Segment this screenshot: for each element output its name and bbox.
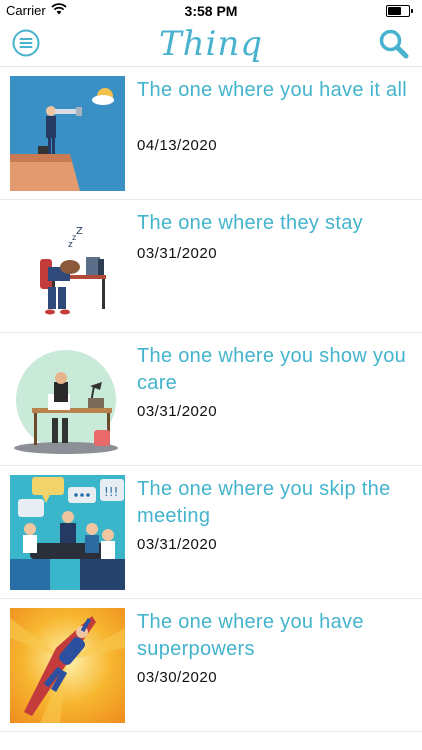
- status-time: 3:58 PM: [184, 3, 238, 19]
- battery-fill: [388, 7, 401, 15]
- status-bar: Carrier 3:58 PM: [0, 0, 422, 22]
- article-date: 04/13/2020: [137, 137, 218, 154]
- article-title: The one where they stay: [137, 212, 363, 234]
- list-item[interactable]: The one where you have superpowers 03/30…: [0, 599, 422, 732]
- list-item[interactable]: z z Z The one where they stay 03/31/2020: [0, 200, 422, 333]
- article-date: 03/31/2020: [137, 245, 218, 262]
- svg-text:!!!: !!!: [104, 485, 118, 499]
- nav-bar: Thinq: [0, 22, 422, 67]
- battery-icon: [386, 5, 413, 17]
- search-button[interactable]: [378, 28, 410, 60]
- article-thumbnail: z z Z: [10, 209, 125, 324]
- svg-text:Z: Z: [76, 226, 83, 237]
- search-icon: [379, 29, 409, 59]
- article-title: The one where you have it all: [137, 79, 407, 101]
- article-title: The one where you have superpowers: [137, 611, 364, 660]
- article-date: 03/30/2020: [137, 669, 218, 686]
- list-item[interactable]: The one where you have it all 04/13/2020: [0, 67, 422, 200]
- article-title: The one where you skip the meeting: [137, 478, 391, 527]
- article-thumbnail: [10, 342, 125, 457]
- article-list: The one where you have it all 04/13/2020…: [0, 67, 422, 732]
- list-item[interactable]: !!! The one where you skip the meeting 0…: [0, 466, 422, 599]
- article-title: The one where you show you care: [137, 345, 407, 394]
- article-thumbnail: [10, 608, 125, 723]
- app-title: Thinq: [158, 24, 264, 64]
- article-thumbnail: !!!: [10, 475, 125, 590]
- article-date: 03/31/2020: [137, 403, 218, 420]
- article-thumbnail: [10, 76, 125, 191]
- article-date: 03/31/2020: [137, 536, 218, 553]
- list-item[interactable]: The one where you show you care 03/31/20…: [0, 333, 422, 466]
